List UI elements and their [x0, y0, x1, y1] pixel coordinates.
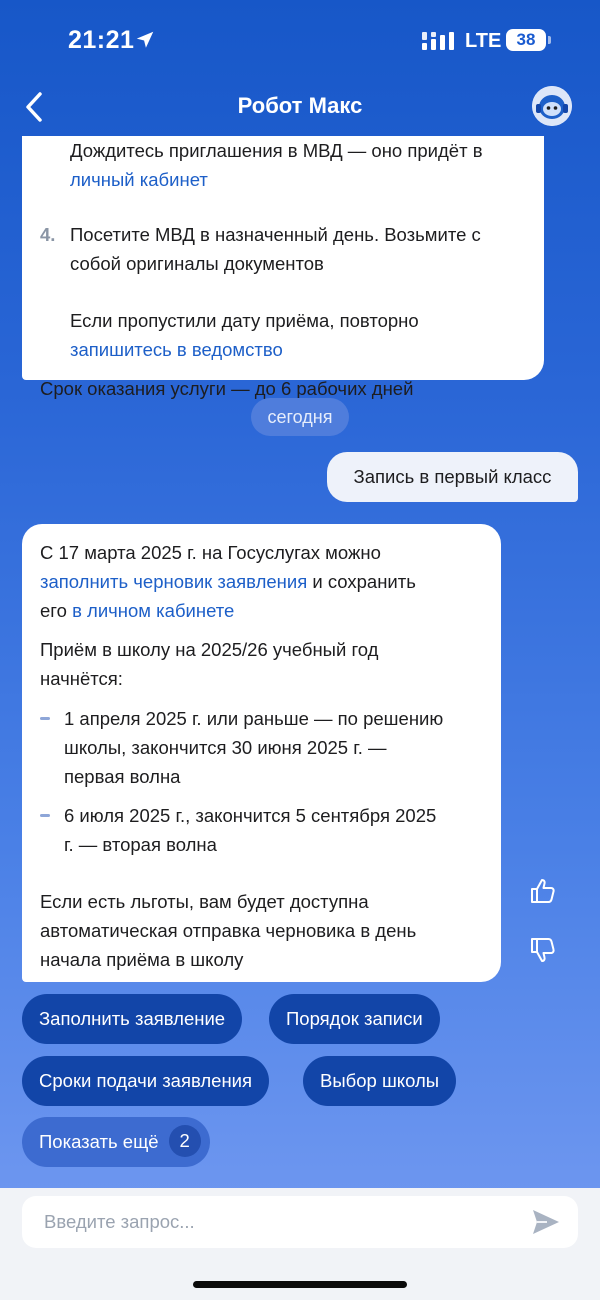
- status-bar: 21:21 LTE 38: [0, 0, 600, 80]
- service-deadline-text: Срок оказания услуги — до 6 рабочих дней: [40, 378, 414, 399]
- quick-reply-school-choice[interactable]: Выбор школы: [303, 1056, 457, 1106]
- thumbs-down-icon[interactable]: [529, 936, 557, 964]
- reply-p3-line2: автоматическая отправка черновика в день: [40, 920, 417, 941]
- reply-p2-line2: начнётся:: [40, 668, 123, 689]
- step4-line2: собой оригиналы документов: [70, 253, 324, 274]
- reply-p1-line1: С 17 марта 2025 г. на Госуслугах можно: [40, 542, 381, 563]
- page-title: Робот Макс: [237, 93, 363, 118]
- thumbs-up-icon[interactable]: [529, 877, 557, 905]
- quick-reply-fill-application[interactable]: Заполнить заявление: [22, 994, 243, 1044]
- fill-draft-link[interactable]: заполнить черновик заявления: [40, 571, 307, 592]
- battery-tip: [548, 36, 551, 44]
- personal-cabinet-link[interactable]: в личном кабинете: [72, 600, 234, 621]
- reply-p3-line3: начала приёма в школу: [40, 949, 244, 970]
- quick-reply-enrollment-order[interactable]: Порядок записи: [269, 994, 440, 1044]
- reply-p1-text3: его: [40, 600, 73, 621]
- show-more-label: Показать ещё: [39, 1131, 159, 1152]
- bullet2-line1: 6 июля 2025 г., закончится 5 сентября 20…: [64, 805, 437, 826]
- home-indicator: [193, 1281, 407, 1288]
- show-more-button[interactable]: Показать ещё 2: [22, 1117, 210, 1167]
- bullet1-line3: первая волна: [64, 766, 181, 787]
- bullet1-line2: школы, закончится 30 июня 2025 г. —: [64, 737, 387, 758]
- reply-p1-line2: заполнить черновик заявления и сохранить: [40, 567, 416, 596]
- bot-message-previous: Дождитесь приглашения в МВД — оно придёт…: [22, 136, 544, 399]
- user-message: Запись в первый класс: [327, 452, 578, 502]
- query-input[interactable]: [44, 1196, 504, 1248]
- step4-line1: Посетите МВД в назначенный день. Возьмит…: [70, 224, 481, 245]
- network-label: LTE: [465, 30, 502, 52]
- send-icon[interactable]: [530, 1206, 562, 1238]
- reply-p2-line1: Приём в школу на 2025/26 учебный год: [40, 639, 379, 660]
- quick-reply-submission-deadlines[interactable]: Сроки подачи заявления: [22, 1056, 270, 1106]
- date-separator: сегодня: [251, 398, 349, 436]
- step3-text: Дождитесь приглашения в МВД — оно придёт…: [70, 140, 483, 161]
- bullet1-line1: 1 апреля 2025 г. или раньше — по решению: [64, 708, 444, 729]
- signal-bars-icon: [422, 32, 454, 50]
- robot-avatar-icon[interactable]: [532, 86, 572, 126]
- personal-account-link[interactable]: личный кабинет: [70, 165, 208, 194]
- missed-date-text: Если пропустили дату приёма, повторно: [70, 310, 419, 331]
- query-input-container[interactable]: [22, 1196, 578, 1248]
- location-arrow-icon: [136, 31, 154, 48]
- step4-number: 4.: [40, 224, 56, 245]
- reply-p1-line3: его в личном кабинете: [40, 596, 234, 625]
- chat-area[interactable]: Дождитесь приглашения в МВД — оно придёт…: [0, 136, 600, 1188]
- show-more-count-badge: 2: [168, 1125, 201, 1158]
- reply-p3-line1: Если есть льготы, вам будет доступна: [40, 891, 369, 912]
- reply-p1-text2: и сохранить: [307, 571, 416, 592]
- battery-indicator: 38: [506, 29, 546, 51]
- signup-agency-link[interactable]: запишитесь в ведомство: [70, 335, 283, 364]
- status-time: 21:21: [68, 26, 135, 54]
- bullet-dash: [40, 814, 50, 817]
- bullet-dash: [40, 717, 50, 720]
- bot-message-reply: С 17 марта 2025 г. на Госуслугах можно з…: [22, 524, 501, 982]
- bullet2-line2: г. — вторая волна: [64, 834, 217, 855]
